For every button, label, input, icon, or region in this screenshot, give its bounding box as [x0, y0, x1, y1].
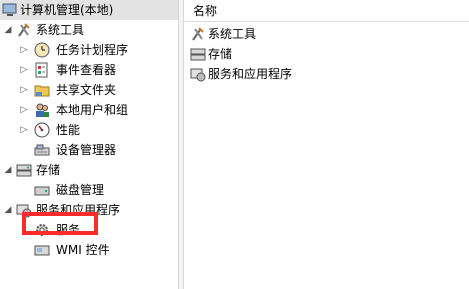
tools-icon — [18, 23, 30, 37]
computer-management-icon — [2, 3, 17, 16]
tree-item-storage[interactable]: ◢ 存储 — [0, 160, 178, 180]
event-viewer-icon — [35, 62, 48, 78]
tree-label: WMI 控件 — [56, 243, 110, 257]
disk-management-icon — [34, 186, 50, 196]
storage-icon — [16, 164, 32, 177]
collapse-arrow-icon[interactable]: ◢ — [4, 20, 12, 40]
highlight-annotation — [22, 212, 98, 235]
tree-label: 任务计划程序 — [56, 43, 129, 57]
tree-label: 性能 — [56, 123, 81, 137]
tree-item-local-users[interactable]: ▷ 本地用户和组 — [0, 100, 178, 120]
collapse-arrow-icon[interactable]: ◢ — [4, 200, 12, 220]
tree-label: 本地用户和组 — [56, 103, 129, 117]
tree-item-task-scheduler[interactable]: ▷ 任务计划程序 — [0, 40, 178, 60]
tools-icon — [192, 27, 204, 41]
expand-arrow-icon[interactable]: ▷ — [20, 60, 28, 80]
tree-label: 共享文件夹 — [56, 83, 117, 97]
tree-label: 计算机管理(本地) — [20, 3, 114, 17]
tree-item-disk-management[interactable]: 磁盘管理 — [0, 180, 178, 200]
services-apps-icon — [190, 68, 206, 82]
navigation-tree: 计算机管理(本地) ◢ 系统工具 ▷ 任务计划程序 ▷ 事件查看器 ▷ 共享文件… — [0, 0, 178, 289]
collapse-arrow-icon[interactable]: ◢ — [4, 160, 12, 180]
expand-arrow-icon[interactable]: ▷ — [20, 100, 28, 120]
tree-label: 事件查看器 — [56, 63, 117, 77]
list-item-label: 服务和应用程序 — [208, 67, 293, 81]
list-item[interactable]: 存储 — [190, 44, 460, 64]
expand-arrow-icon[interactable]: ▷ — [20, 40, 28, 60]
clock-icon — [34, 42, 50, 58]
list-item-label: 系统工具 — [208, 27, 257, 41]
expand-arrow-icon[interactable]: ▷ — [20, 80, 28, 100]
performance-icon — [34, 122, 50, 138]
storage-icon — [190, 48, 206, 61]
device-manager-icon — [34, 144, 50, 156]
tree-label: 系统工具 — [36, 23, 85, 37]
tree-item-computer-management[interactable]: 计算机管理(本地) — [0, 0, 178, 20]
tree-item-shared-folders[interactable]: ▷ 共享文件夹 — [0, 80, 178, 100]
tree-item-wmi-control[interactable]: WMI 控件 — [0, 240, 178, 260]
column-header-label: 名称 — [193, 4, 218, 18]
content-list: 名称 系统工具 存储 服务和应用程序 — [184, 0, 469, 289]
tree-item-system-tools[interactable]: ◢ 系统工具 — [0, 20, 178, 40]
wmi-icon — [34, 245, 50, 256]
tree-label: 设备管理器 — [56, 143, 117, 157]
tree-label: 存储 — [36, 163, 61, 177]
tree-item-performance[interactable]: ▷ 性能 — [0, 120, 178, 140]
tree-item-event-viewer[interactable]: ▷ 事件查看器 — [0, 60, 178, 80]
list-item-label: 存储 — [208, 47, 233, 61]
expand-arrow-icon[interactable]: ▷ — [20, 120, 28, 140]
list-item[interactable]: 服务和应用程序 — [190, 64, 460, 84]
users-icon — [36, 103, 49, 117]
tree-label: 磁盘管理 — [56, 183, 105, 197]
shared-folder-icon — [34, 85, 50, 97]
tree-item-device-manager[interactable]: 设备管理器 — [0, 140, 178, 160]
column-header-name[interactable]: 名称 — [184, 0, 469, 22]
list-item[interactable]: 系统工具 — [190, 24, 460, 44]
